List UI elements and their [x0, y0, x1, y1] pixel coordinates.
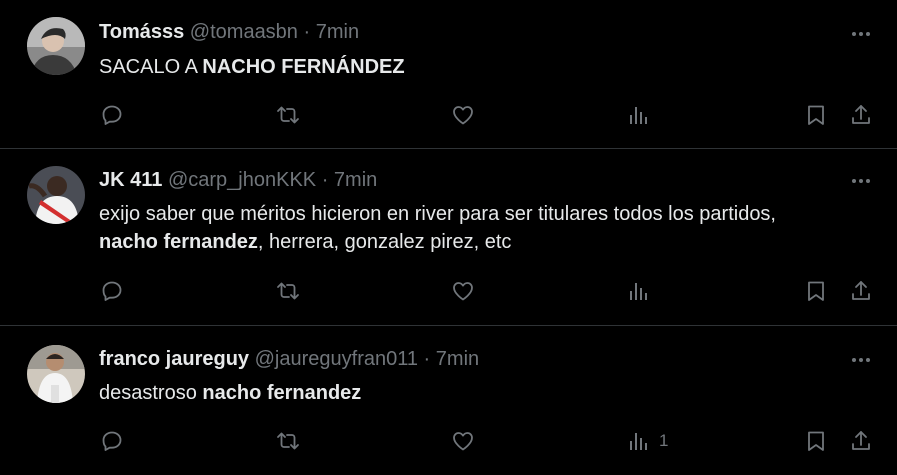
retweet-icon — [277, 106, 299, 124]
tweet-text-plain: exijo saber que méritos hicieron en rive… — [99, 203, 776, 225]
views-count: 1 — [659, 431, 669, 450]
tweet-text: desastroso nacho fernandez — [99, 379, 799, 407]
dot-separator: · — [423, 348, 431, 370]
avatar[interactable] — [27, 166, 85, 224]
retweet-icon — [277, 432, 299, 450]
reply-button[interactable] — [100, 426, 124, 456]
tweet-header: franco jaureguy @jaureguyfran011 · 7min — [99, 347, 479, 371]
share-button[interactable] — [849, 276, 873, 306]
bookmark-button[interactable] — [804, 276, 828, 306]
action-bar — [0, 276, 897, 306]
retweet-button[interactable] — [275, 426, 301, 456]
more-icon — [852, 358, 856, 362]
heart-icon — [453, 106, 473, 125]
display-name[interactable]: JK 411 — [99, 169, 162, 191]
reply-button[interactable] — [100, 100, 124, 130]
handle[interactable]: @tomaasbn — [190, 21, 298, 43]
more-button[interactable] — [849, 22, 873, 46]
views-icon — [630, 433, 647, 450]
tweet[interactable]: JK 411 @carp_jhonKKK · 7min exijo saber … — [0, 149, 897, 326]
share-icon — [852, 431, 870, 450]
tweet[interactable]: franco jaureguy @jaureguyfran011 · 7min … — [0, 326, 897, 475]
views-button[interactable] — [627, 100, 659, 130]
tweet-text-plain: desastroso — [99, 382, 203, 404]
dot-separator: · — [303, 21, 311, 43]
retweet-button[interactable] — [275, 100, 301, 130]
handle[interactable]: @carp_jhonKKK — [168, 169, 316, 191]
dot-separator: · — [321, 169, 329, 191]
reply-icon — [102, 281, 122, 301]
bookmark-icon — [808, 281, 824, 301]
timestamp[interactable]: 7min — [334, 169, 377, 191]
timestamp[interactable]: 7min — [316, 21, 359, 43]
display-name[interactable]: Tomásss — [99, 21, 184, 43]
more-icon — [852, 179, 856, 183]
bookmark-icon — [808, 431, 824, 451]
bookmark-icon — [808, 105, 824, 125]
share-button[interactable] — [849, 100, 873, 130]
retweet-button[interactable] — [275, 276, 301, 306]
views-button[interactable]: 1 — [627, 426, 668, 456]
views-button[interactable] — [627, 276, 659, 306]
share-icon — [852, 105, 870, 124]
heart-icon — [453, 282, 473, 301]
share-icon — [852, 281, 870, 300]
more-button[interactable] — [849, 169, 873, 193]
tweet-text-bold: nacho fernandez — [202, 382, 362, 404]
action-bar: 1 — [0, 426, 897, 456]
views-icon — [630, 283, 647, 300]
like-button[interactable] — [451, 426, 475, 456]
bookmark-button[interactable] — [804, 426, 828, 456]
tweet-header: Tomásss @tomaasbn · 7min — [99, 20, 359, 44]
tweet-text-bold: nacho fernandez — [99, 231, 258, 253]
timestamp[interactable]: 7min — [436, 348, 479, 370]
heart-icon — [453, 432, 473, 451]
like-button[interactable] — [451, 276, 475, 306]
tweet-text-plain: SACALO A — [99, 56, 203, 78]
retweet-icon — [277, 282, 299, 300]
tweet[interactable]: Tomásss @tomaasbn · 7min SACALO A NACHO … — [0, 0, 897, 149]
tweet-text: exijo saber que méritos hicieron en rive… — [99, 200, 799, 256]
reply-icon — [102, 431, 122, 451]
tweet-header: JK 411 @carp_jhonKKK · 7min — [99, 168, 377, 192]
action-bar — [0, 100, 897, 130]
handle[interactable]: @jaureguyfran011 — [255, 348, 418, 370]
tweet-text: SACALO A NACHO FERNÁNDEZ — [99, 53, 799, 81]
more-icon — [852, 32, 856, 36]
reply-icon — [102, 105, 122, 125]
display-name[interactable]: franco jaureguy — [99, 348, 249, 370]
views-icon — [630, 107, 647, 124]
reply-button[interactable] — [100, 276, 124, 306]
more-button[interactable] — [849, 348, 873, 372]
share-button[interactable] — [849, 426, 873, 456]
avatar[interactable] — [27, 345, 85, 403]
avatar[interactable] — [27, 17, 85, 75]
like-button[interactable] — [451, 100, 475, 130]
tweet-text-after: , herrera, gonzalez pirez, etc — [257, 231, 512, 253]
bookmark-button[interactable] — [804, 100, 828, 130]
tweet-text-bold: NACHO FERNÁNDEZ — [202, 56, 405, 78]
